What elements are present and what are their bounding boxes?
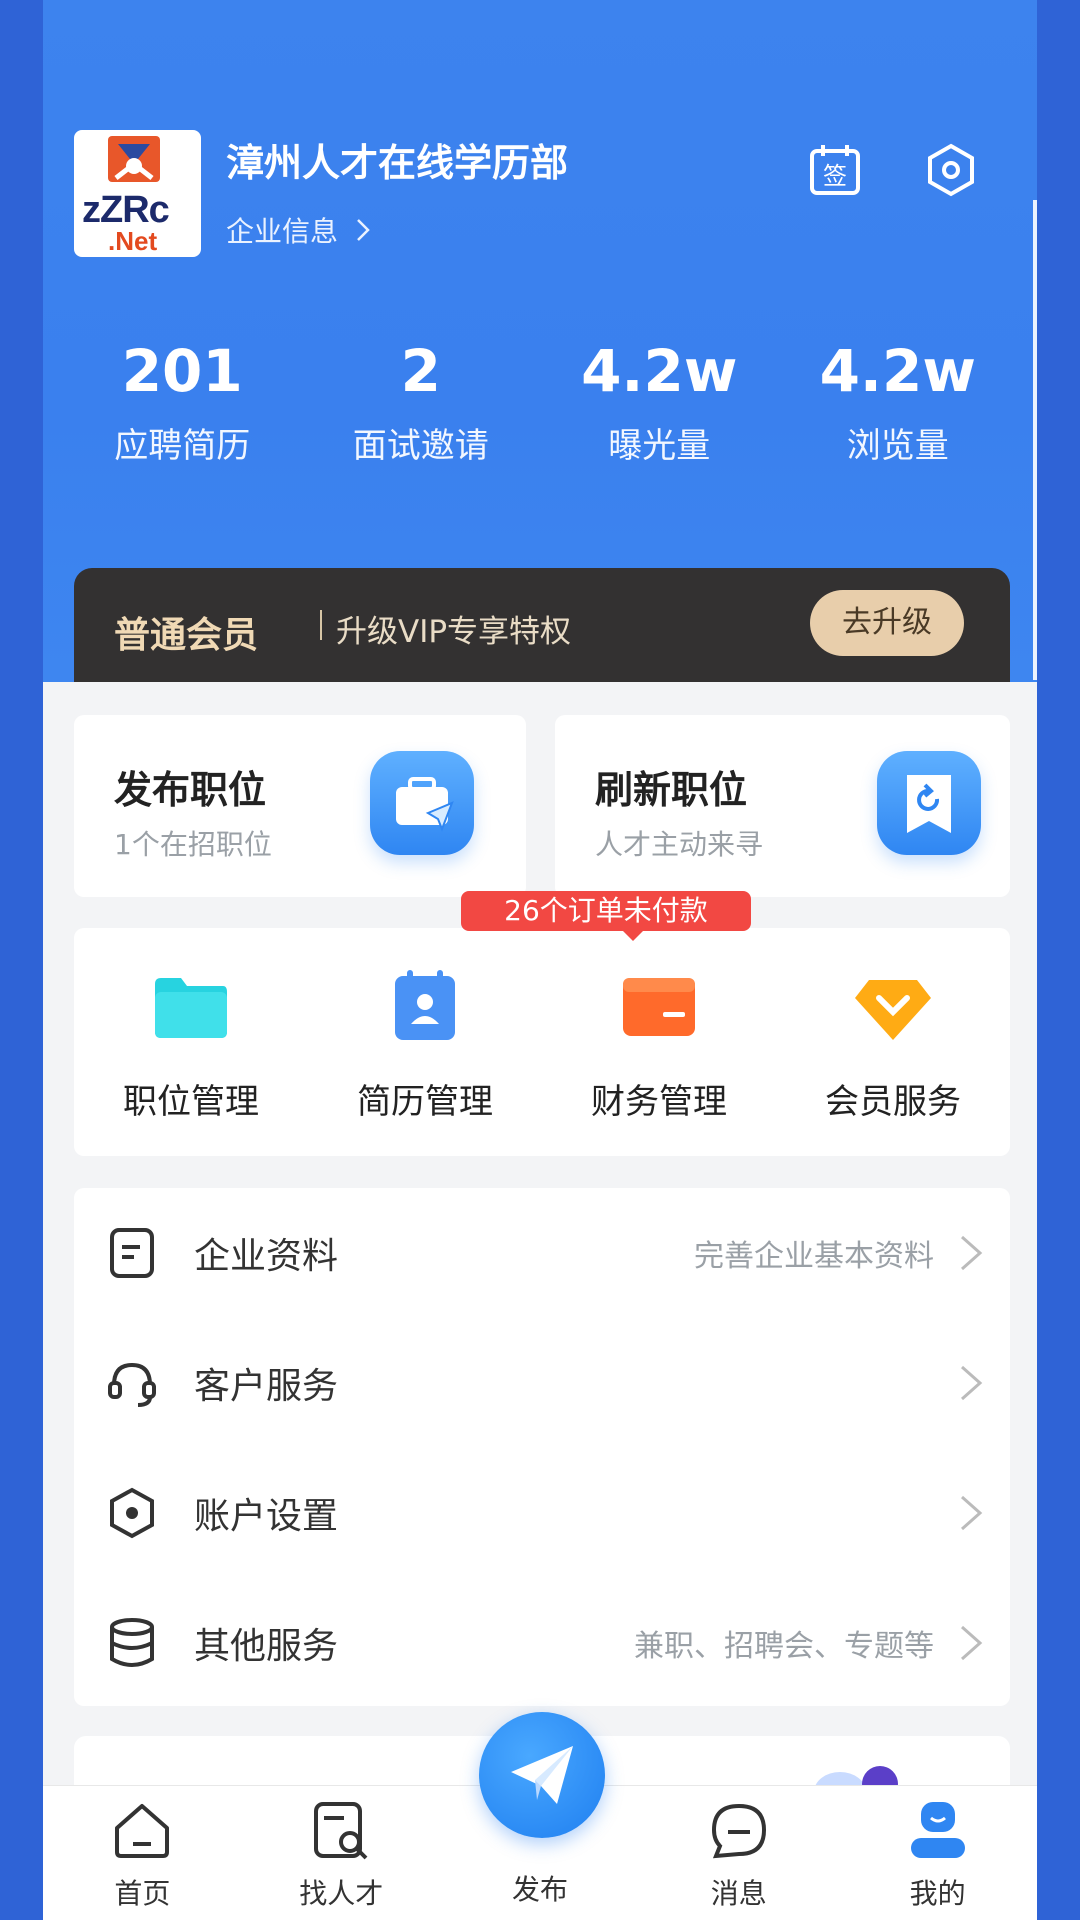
logo-text: zZRc: [82, 189, 170, 231]
refresh-bookmark-icon: [877, 751, 981, 855]
stat-value: 4.2w: [581, 337, 738, 405]
stat-label: 应聘简历: [114, 426, 251, 466]
membership-tier: 普通会员: [114, 615, 259, 656]
card-title: 刷新职位: [595, 768, 748, 812]
tool-resume-management[interactable]: 简历管理: [308, 928, 542, 1156]
membership-banner: 普通会员 升级VIP专享特权 去升级: [74, 568, 1010, 682]
resume-icon: [395, 970, 455, 1040]
menu-hint: 完善企业基本资料: [694, 1239, 934, 1274]
menu-item-other-services[interactable]: 其他服务 兼职、招聘会、专题等: [74, 1578, 1010, 1708]
home-icon: [115, 1804, 170, 1858]
company-info-label: 企业信息: [226, 215, 339, 248]
tab-label: 找人才: [299, 1877, 384, 1910]
svg-text:签: 签: [823, 162, 847, 190]
post-job-card[interactable]: 发布职位 1个在招职位: [74, 715, 526, 897]
stat-label: 曝光量: [608, 426, 711, 466]
stats-row: 201 应聘简历 2 面试邀请 4.2w 曝光量 4.2w 浏览量: [43, 336, 1037, 467]
company-logo[interactable]: zZRc .Net: [74, 130, 201, 257]
card-subtitle: 人才主动来寻: [595, 828, 764, 861]
tab-label: 消息: [710, 1877, 767, 1910]
check-in-icon[interactable]: 签: [807, 142, 863, 198]
tool-label: 会员服务: [825, 1082, 961, 1122]
paper-plane-icon: [511, 1746, 573, 1804]
settings-hex-icon: [110, 1487, 154, 1539]
stat-applications[interactable]: 201 应聘简历: [63, 336, 302, 467]
stat-label: 面试邀请: [352, 426, 489, 466]
briefcase-send-icon: [370, 751, 474, 855]
tool-label: 财务管理: [591, 1082, 727, 1122]
stat-exposure[interactable]: 4.2w 曝光量: [540, 336, 779, 467]
chevron-right-icon: [961, 1625, 983, 1661]
logo-mark-icon: [108, 136, 160, 182]
refresh-job-card[interactable]: 刷新职位 人才主动来寻: [555, 715, 1010, 897]
stat-views[interactable]: 4.2w 浏览量: [779, 336, 1018, 467]
menu-hint: 兼职、招聘会、专题等: [634, 1629, 934, 1664]
stat-value: 2: [400, 337, 441, 405]
tab-mine[interactable]: 我的: [838, 1786, 1037, 1920]
card-title: 发布职位: [114, 768, 267, 812]
tool-member-service[interactable]: 会员服务: [776, 928, 1010, 1156]
tool-label: 职位管理: [123, 1082, 259, 1122]
menu-item-customer-service[interactable]: 客户服务: [74, 1318, 1010, 1448]
document-icon: [110, 1228, 154, 1278]
wallet-icon: [623, 978, 695, 1036]
menu-label: 账户设置: [194, 1496, 339, 1537]
tab-home[interactable]: 首页: [43, 1786, 242, 1920]
folder-icon: [155, 978, 227, 1038]
menu-item-account-settings[interactable]: 账户设置: [74, 1448, 1010, 1578]
profile-icon: [910, 1802, 965, 1858]
stat-label: 浏览量: [846, 426, 949, 466]
chevron-right-icon: [961, 1365, 983, 1401]
settings-menu: 企业资料 完善企业基本资料 客户服务 账户设置 其他服务 兼职、招聘会、专题等: [74, 1188, 1010, 1706]
diamond-icon: [855, 980, 931, 1040]
membership-promo: 升级VIP专享特权: [336, 614, 572, 650]
tool-finance-management[interactable]: 财务管理: [542, 928, 776, 1156]
stat-value: 201: [121, 337, 243, 405]
unpaid-orders-badge[interactable]: 26个订单未付款: [461, 891, 751, 941]
tab-label: 首页: [114, 1877, 171, 1910]
settings-icon[interactable]: [923, 142, 979, 198]
menu-label: 企业资料: [194, 1236, 339, 1277]
company-name: 漳州人才在线学历部: [226, 141, 569, 185]
divider: [320, 610, 322, 640]
stat-interviews[interactable]: 2 面试邀请: [302, 336, 541, 467]
menu-item-company-profile[interactable]: 企业资料 完善企业基本资料: [74, 1188, 1010, 1318]
tab-label: 我的: [909, 1877, 966, 1910]
tools-grid: 职位管理 简历管理 财务管理 会员服务: [74, 928, 1010, 1156]
tool-job-management[interactable]: 职位管理: [74, 928, 308, 1156]
publish-fab-button[interactable]: [479, 1712, 605, 1838]
message-icon: [711, 1803, 766, 1859]
chevron-right-icon: [961, 1235, 983, 1271]
profile-header: zZRc .Net 漳州人才在线学历部 企业信息 签 201 应聘简历 2 面试: [43, 0, 1037, 682]
card-subtitle: 1个在招职位: [114, 828, 272, 861]
company-info-link[interactable]: 企业信息: [226, 210, 370, 250]
tool-label: 简历管理: [357, 1082, 493, 1122]
chevron-right-icon: [961, 1495, 983, 1531]
menu-label: 其他服务: [194, 1626, 339, 1667]
menu-label: 客户服务: [194, 1366, 339, 1407]
search-resume-icon: [314, 1802, 368, 1860]
headset-icon: [108, 1362, 156, 1407]
stat-value: 4.2w: [819, 337, 976, 405]
tab-messages[interactable]: 消息: [639, 1786, 838, 1920]
logo-net-text: .Net: [108, 226, 158, 256]
chevron-right-icon: [357, 219, 370, 241]
upgrade-button[interactable]: 去升级: [810, 590, 964, 656]
tab-find-talent[interactable]: 找人才: [242, 1786, 441, 1920]
tab-label: 发布: [511, 1873, 568, 1906]
app-screen: zZRc .Net 漳州人才在线学历部 企业信息 签 201 应聘简历 2 面试: [43, 0, 1037, 1920]
database-icon: [110, 1618, 154, 1667]
